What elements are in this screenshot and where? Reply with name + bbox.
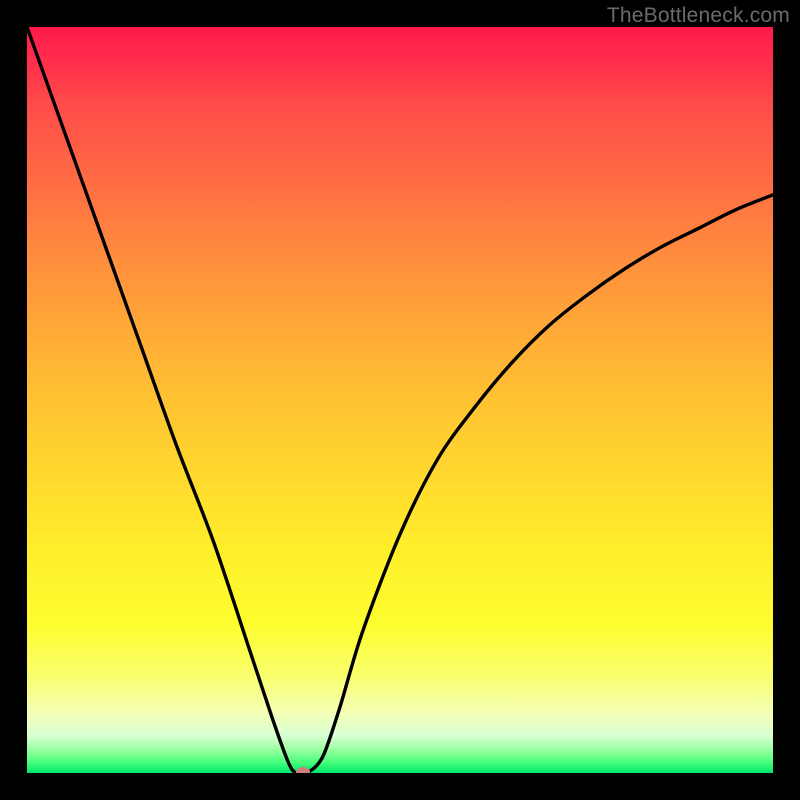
watermark-text: TheBottleneck.com: [607, 4, 790, 28]
plot-area: [27, 27, 773, 773]
optimal-marker: [296, 767, 310, 773]
chart-frame: TheBottleneck.com: [0, 0, 800, 800]
bottleneck-curve: [27, 27, 773, 773]
